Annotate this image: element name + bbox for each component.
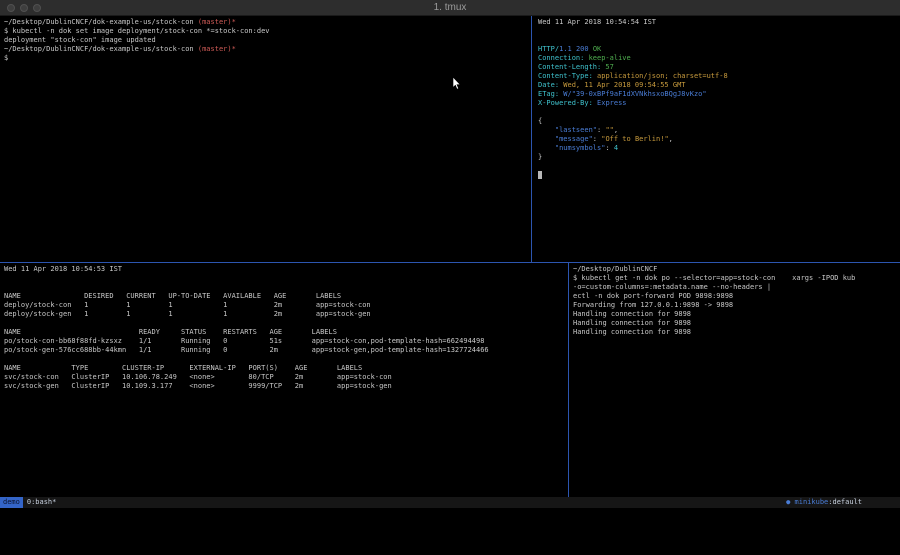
status-right: ● minikube:default [786, 497, 862, 508]
terminal-line: Handling connection for 9898 [573, 310, 900, 319]
terminal-line: ETag: W/"39-0xBPf9aF1dXVNkhsxoBQgJ8vKzo" [538, 90, 900, 99]
terminal-line: Date: Wed, 11 Apr 2018 09:54:55 GMT [538, 81, 900, 90]
terminal-line: Handling connection for 9898 [573, 319, 900, 328]
terminal-line: Content-Type: application/json; charset=… [538, 72, 900, 81]
terminal-line: po/stock-gen-576cc688bb-44kmn 1/1 Runnin… [4, 346, 568, 355]
window-label[interactable]: 0:bash* [27, 497, 57, 508]
terminal-line: ectl -n dok port-forward POD 9898:9898 [573, 292, 900, 301]
mouse-cursor [452, 77, 461, 90]
desktop: 1. tmux ~/Desktop/DublinCNCF/dok-example… [0, 0, 900, 555]
terminal-line [4, 355, 568, 364]
session-name[interactable]: demo [0, 497, 23, 508]
terminal-line: } [538, 153, 900, 162]
terminal-line [538, 108, 900, 117]
terminal-line: NAME DESIRED CURRENT UP-TO-DATE AVAILABL… [4, 292, 568, 301]
terminal-line: "message": "Off to Berlin!", [538, 135, 900, 144]
terminal-line: $ kubectl get -n dok po --selector=app=s… [573, 274, 900, 283]
terminal-line [538, 171, 900, 180]
terminal-line: deployment "stock-con" image updated [4, 36, 531, 45]
terminal-line: Connection: keep-alive [538, 54, 900, 63]
terminal-line: HTTP/1.1 200 OK [538, 45, 900, 54]
terminal-line [538, 36, 900, 45]
terminal-line: Forwarding from 127.0.0.1:9898 -> 9898 [573, 301, 900, 310]
terminal-line: ~/Desktop/DublinCNCF [573, 265, 900, 274]
terminal-line [538, 27, 900, 36]
terminal-line: svc/stock-con ClusterIP 10.106.78.249 <n… [4, 373, 568, 382]
window-title: 1. tmux [0, 2, 900, 13]
terminal-line: svc/stock-gen ClusterIP 10.109.3.177 <no… [4, 382, 568, 391]
terminal-line: $ [4, 54, 531, 63]
pane-bottom-left-kubectl-watch[interactable]: Wed 11 Apr 2018 10:54:53 IST NAME DESIRED… [0, 263, 568, 497]
pane-divider-vertical-top[interactable] [531, 16, 532, 262]
terminal-line: NAME TYPE CLUSTER-IP EXTERNAL-IP PORT(S)… [4, 364, 568, 373]
pane-divider-horizontal[interactable] [0, 262, 900, 263]
terminal-line: ~/Desktop/DublinCNCF/dok-example-us/stoc… [4, 45, 531, 54]
pane-top-right-http-response[interactable]: Wed 11 Apr 2018 10:54:54 IST HTTP/1.1 200… [532, 16, 900, 262]
terminal-line [4, 319, 568, 328]
tmux-status-bar: demo 0:bash* ● minikube:default [0, 497, 900, 508]
pane-divider-vertical-bottom[interactable] [568, 263, 569, 497]
terminal-line: deploy/stock-con 1 1 1 1 2m app=stock-co… [4, 301, 568, 310]
terminal-line: NAME READY STATUS RESTARTS AGE LABELS [4, 328, 568, 337]
terminal-line: deploy/stock-gen 1 1 1 1 2m app=stock-ge… [4, 310, 568, 319]
terminal-line: { [538, 117, 900, 126]
terminal-line: Content-Length: 57 [538, 63, 900, 72]
terminal-line: ~/Desktop/DublinCNCF/dok-example-us/stoc… [4, 18, 531, 27]
pane-top-left-shell[interactable]: ~/Desktop/DublinCNCF/dok-example-us/stoc… [0, 16, 531, 262]
terminal-line: Wed 11 Apr 2018 10:54:54 IST [538, 18, 900, 27]
terminal-line: po/stock-con-bb68f88fd-kzsxz 1/1 Running… [4, 337, 568, 346]
terminal-line: X-Powered-By: Express [538, 99, 900, 108]
kube-context: ● minikube [786, 498, 828, 506]
terminal-line: -o=custom-columns=:metadata.name --no-he… [573, 283, 900, 292]
terminal-line: Handling connection for 9898 [573, 328, 900, 337]
terminal-line [538, 162, 900, 171]
terminal-line: "lastseen": "", [538, 126, 900, 135]
terminal-line [4, 274, 568, 283]
pane-bottom-right-port-forward[interactable]: ~/Desktop/DublinCNCF$ kubectl get -n dok… [569, 263, 900, 497]
terminal-line [4, 283, 568, 292]
terminal-line: "numsymbols": 4 [538, 144, 900, 153]
terminal-line: $ kubectl -n dok set image deployment/st… [4, 27, 531, 36]
kube-namespace: :default [828, 498, 862, 506]
window-titlebar: 1. tmux [0, 0, 900, 16]
terminal-line: Wed 11 Apr 2018 10:54:53 IST [4, 265, 568, 274]
status-left: demo 0:bash* [0, 497, 56, 508]
